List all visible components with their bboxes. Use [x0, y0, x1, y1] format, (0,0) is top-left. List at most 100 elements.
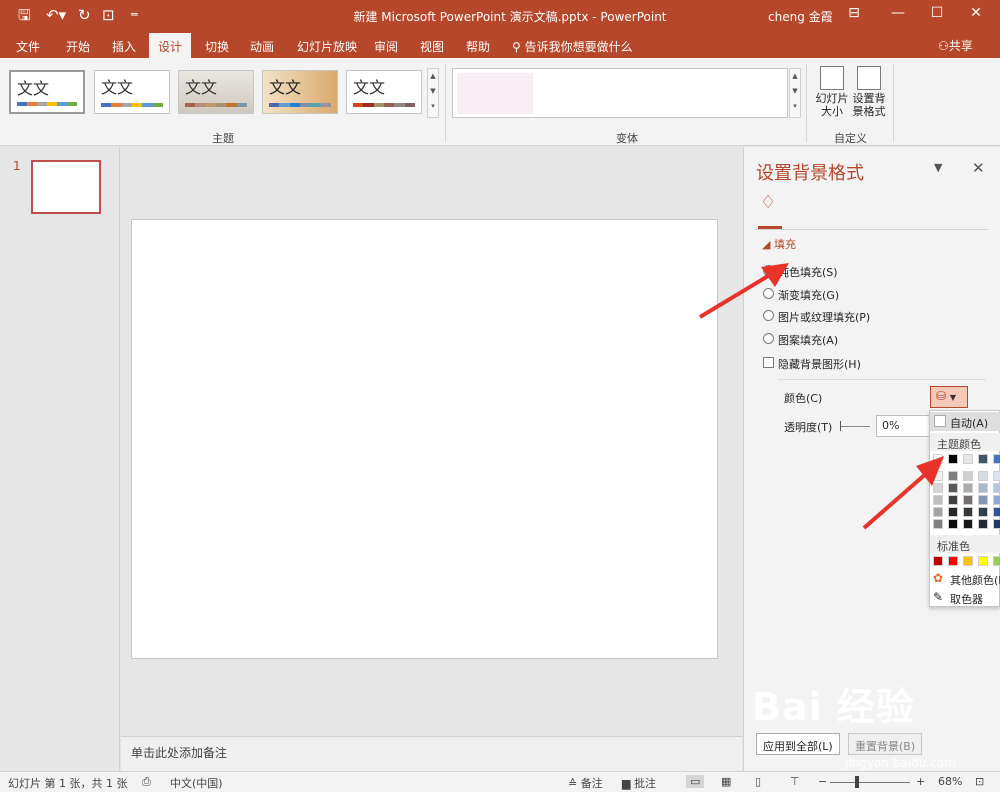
minimize-icon[interactable]: —: [886, 5, 910, 21]
theme-color-swatch[interactable]: [933, 454, 943, 464]
theme-color-swatch[interactable]: [993, 454, 1000, 464]
theme-shade-swatch[interactable]: [933, 519, 943, 529]
theme-shade-swatch[interactable]: [993, 483, 1000, 493]
theme-5[interactable]: 文文: [346, 70, 422, 114]
close-window-icon[interactable]: ✕: [964, 5, 988, 21]
tab-design[interactable]: 设计: [149, 33, 192, 58]
tab-slideshow[interactable]: 幻灯片放映: [297, 38, 357, 55]
slider-handle[interactable]: [840, 421, 841, 431]
theme-shade-swatch[interactable]: [978, 471, 988, 481]
transparency-input[interactable]: 0%: [876, 415, 932, 437]
gradient-fill-option[interactable]: 渐变填充(G): [763, 287, 839, 303]
standard-color-swatch[interactable]: [978, 556, 988, 566]
theme-office[interactable]: 文文: [9, 70, 85, 114]
fit-slide-icon[interactable]: ⊡: [975, 775, 984, 788]
zoom-in-icon[interactable]: +: [916, 775, 925, 788]
theme-shade-swatch[interactable]: [933, 495, 943, 505]
theme-color-swatch[interactable]: [948, 454, 958, 464]
standard-color-swatch[interactable]: [993, 556, 1000, 566]
radio-selected[interactable]: [763, 265, 774, 276]
theme-shade-swatch[interactable]: [978, 495, 988, 505]
theme-color-swatch[interactable]: [963, 454, 973, 464]
theme-shade-swatch[interactable]: [948, 519, 958, 529]
radio[interactable]: [763, 288, 774, 299]
theme-color-swatch[interactable]: [978, 454, 988, 464]
redo-icon[interactable]: ↻: [78, 6, 91, 24]
eyedropper-item[interactable]: 取色器: [950, 591, 983, 607]
checkbox[interactable]: [763, 357, 774, 368]
zoom-level[interactable]: 68%: [938, 775, 962, 788]
spellcheck-icon[interactable]: ⎙: [142, 775, 151, 789]
variant-thumbnail[interactable]: [457, 73, 533, 114]
theme-shade-swatch[interactable]: [948, 483, 958, 493]
pane-options-icon[interactable]: ▼: [934, 161, 942, 174]
customize-qat-icon[interactable]: ═: [131, 6, 138, 24]
theme-shade-swatch[interactable]: [978, 519, 988, 529]
slideshow-icon[interactable]: ⊤: [790, 775, 800, 788]
share-button[interactable]: ⚇共享: [938, 37, 973, 54]
tab-help[interactable]: 帮助: [466, 38, 490, 55]
tab-transitions[interactable]: 切换: [205, 38, 229, 55]
reset-background-button[interactable]: 重置背景(B): [848, 733, 923, 755]
fill-section-header[interactable]: ◢ 填充: [762, 236, 796, 252]
notes-pane[interactable]: 单击此处添加备注: [121, 736, 742, 771]
fill-bucket-icon[interactable]: ♢: [760, 192, 776, 213]
comments-toggle[interactable]: ▆ 批注: [622, 775, 656, 791]
theme-shade-swatch[interactable]: [993, 495, 1000, 505]
zoom-handle[interactable]: [855, 776, 859, 788]
theme-shade-swatch[interactable]: [963, 519, 973, 529]
theme-shade-swatch[interactable]: [993, 507, 1000, 517]
tab-animations[interactable]: 动画: [250, 38, 274, 55]
theme-shade-swatch[interactable]: [948, 495, 958, 505]
color-picker-button[interactable]: ⛁ ▼: [930, 386, 968, 408]
present-icon[interactable]: ⊡: [102, 6, 115, 24]
apply-to-all-button[interactable]: 应用到全部(L): [756, 733, 840, 755]
tab-insert[interactable]: 插入: [112, 38, 136, 55]
theme-shade-swatch[interactable]: [963, 483, 973, 493]
language[interactable]: 中文(中国): [170, 775, 223, 791]
standard-color-swatch[interactable]: [963, 556, 973, 566]
standard-color-swatch[interactable]: [948, 556, 958, 566]
radio[interactable]: [763, 333, 774, 344]
themes-scroll[interactable]: ▲ ▼ ▾: [427, 68, 439, 118]
tell-me-search[interactable]: ⚲ 告诉我你想要做什么: [512, 38, 633, 55]
slide-thumbnail[interactable]: [31, 160, 101, 214]
normal-view-icon[interactable]: ▭: [686, 775, 705, 788]
theme-shade-swatch[interactable]: [978, 483, 988, 493]
standard-color-swatch[interactable]: [933, 556, 943, 566]
zoom-out-icon[interactable]: −: [818, 775, 827, 788]
theme-shade-swatch[interactable]: [963, 471, 973, 481]
tab-file[interactable]: 文件: [16, 38, 40, 55]
undo-icon[interactable]: ↶▾: [46, 6, 66, 24]
slide-canvas[interactable]: [131, 219, 718, 659]
theme-3[interactable]: 文文: [178, 70, 254, 114]
pattern-fill-option[interactable]: 图案填充(A): [763, 332, 838, 348]
theme-shade-swatch[interactable]: [978, 507, 988, 517]
ribbon-display-icon[interactable]: ⊟: [842, 5, 866, 21]
theme-shade-swatch[interactable]: [993, 519, 1000, 529]
maximize-icon[interactable]: ☐: [925, 5, 949, 21]
slide-sorter-icon[interactable]: ▦: [721, 775, 731, 788]
save-icon[interactable]: 🖫: [18, 6, 31, 24]
auto-color-item[interactable]: 自动(A): [930, 412, 1000, 431]
zoom-slider[interactable]: [830, 782, 910, 783]
transparency-slider[interactable]: [840, 426, 870, 427]
notes-toggle[interactable]: ≙ 备注: [568, 775, 603, 791]
theme-4[interactable]: 文文: [262, 70, 338, 114]
variants-gallery[interactable]: [452, 68, 788, 118]
close-icon[interactable]: ✕: [972, 159, 985, 177]
user-name[interactable]: cheng 金霞: [768, 8, 833, 25]
picture-fill-option[interactable]: 图片或纹理填充(P): [763, 309, 870, 325]
more-colors-item[interactable]: 其他颜色(M)...: [950, 572, 1000, 588]
radio[interactable]: [763, 310, 774, 321]
format-background-button[interactable]: 设置背 景格式: [851, 66, 887, 118]
slide-size-button[interactable]: 幻灯片 大小: [814, 66, 850, 118]
hide-bg-graphics-option[interactable]: 隐藏背景图形(H): [763, 356, 861, 372]
theme-shade-swatch[interactable]: [933, 507, 943, 517]
tab-view[interactable]: 视图: [420, 38, 444, 55]
theme-shade-swatch[interactable]: [948, 507, 958, 517]
theme-shade-swatch[interactable]: [948, 471, 958, 481]
theme-shade-swatch[interactable]: [993, 471, 1000, 481]
variants-scroll[interactable]: ▲ ▼ ▾: [789, 68, 801, 118]
reading-view-icon[interactable]: ▯: [755, 775, 761, 788]
